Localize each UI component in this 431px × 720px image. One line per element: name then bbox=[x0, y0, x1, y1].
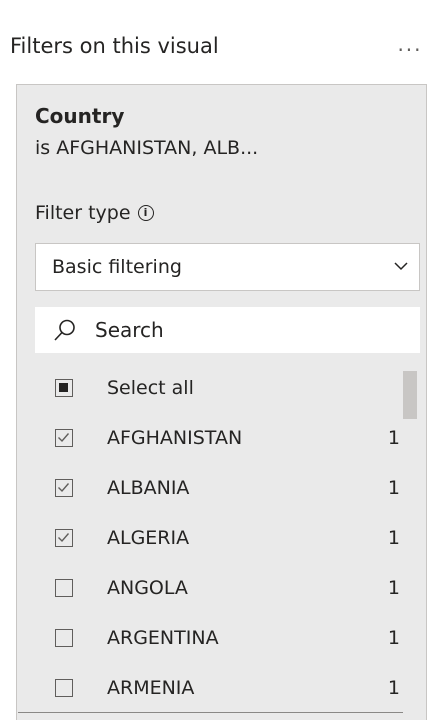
item-count: 1 bbox=[387, 627, 400, 649]
checkbox[interactable] bbox=[55, 679, 73, 697]
filter-type-label: Filter type bbox=[35, 202, 131, 224]
filter-field-name[interactable]: Country bbox=[35, 101, 124, 131]
item-label: AFGHANISTAN bbox=[107, 427, 243, 449]
checkbox[interactable] bbox=[55, 479, 73, 497]
item-count: 1 bbox=[387, 527, 400, 549]
list-item[interactable]: ALBANIA 1 bbox=[35, 465, 405, 515]
search-icon bbox=[54, 319, 75, 341]
checkbox[interactable] bbox=[55, 629, 73, 647]
item-count: 1 bbox=[387, 427, 400, 449]
filter-card-country: Country is AFGHANISTAN, ALB... Filter ty… bbox=[16, 84, 427, 720]
checkmark-icon bbox=[58, 483, 70, 493]
checkbox[interactable] bbox=[55, 579, 73, 597]
info-icon[interactable]: i bbox=[137, 205, 154, 221]
filters-pane-header: Filters on this visual ... bbox=[0, 30, 431, 66]
filter-type-row: Filter type i bbox=[35, 197, 154, 229]
checkbox[interactable] bbox=[55, 429, 73, 447]
list-item-select-all[interactable]: Select all bbox=[35, 365, 405, 415]
item-label: ARGENTINA bbox=[107, 627, 219, 649]
chevron-down-icon bbox=[394, 262, 408, 271]
list-item[interactable]: ALGERIA 1 bbox=[35, 515, 405, 565]
divider bbox=[18, 712, 403, 713]
search-placeholder: Search bbox=[95, 318, 164, 342]
more-options-icon[interactable]: ... bbox=[395, 32, 425, 60]
list-scrollbar-thumb[interactable] bbox=[403, 371, 417, 419]
list-item[interactable]: ARGENTINA 1 bbox=[35, 615, 405, 665]
checkbox[interactable] bbox=[55, 529, 73, 547]
item-label: ARMENIA bbox=[107, 677, 195, 699]
list-item[interactable]: ANGOLA 1 bbox=[35, 565, 405, 615]
item-count: 1 bbox=[387, 577, 400, 599]
search-input[interactable]: Search bbox=[35, 307, 420, 353]
filter-value-list: Select all AFGHANISTAN 1 ALBANIA 1 ALGER… bbox=[35, 365, 420, 720]
filter-type-dropdown[interactable]: Basic filtering bbox=[35, 243, 420, 291]
checkmark-icon bbox=[58, 433, 70, 443]
checkmark-icon bbox=[58, 533, 70, 543]
checkbox[interactable] bbox=[55, 379, 73, 397]
item-label: ALBANIA bbox=[107, 477, 190, 499]
item-label: Select all bbox=[107, 377, 194, 399]
item-count: 1 bbox=[387, 677, 400, 699]
item-label: ALGERIA bbox=[107, 527, 190, 549]
filters-pane: Filters on this visual ... Country is AF… bbox=[0, 0, 431, 720]
list-item[interactable]: ARMENIA 1 bbox=[35, 665, 405, 715]
pane-title: Filters on this visual bbox=[10, 34, 219, 58]
list-item[interactable]: AFGHANISTAN 1 bbox=[35, 415, 405, 465]
item-count: 1 bbox=[387, 477, 400, 499]
filter-summary: is AFGHANISTAN, ALB... bbox=[35, 137, 259, 159]
filter-type-value: Basic filtering bbox=[52, 256, 182, 278]
item-label: ANGOLA bbox=[107, 577, 188, 599]
